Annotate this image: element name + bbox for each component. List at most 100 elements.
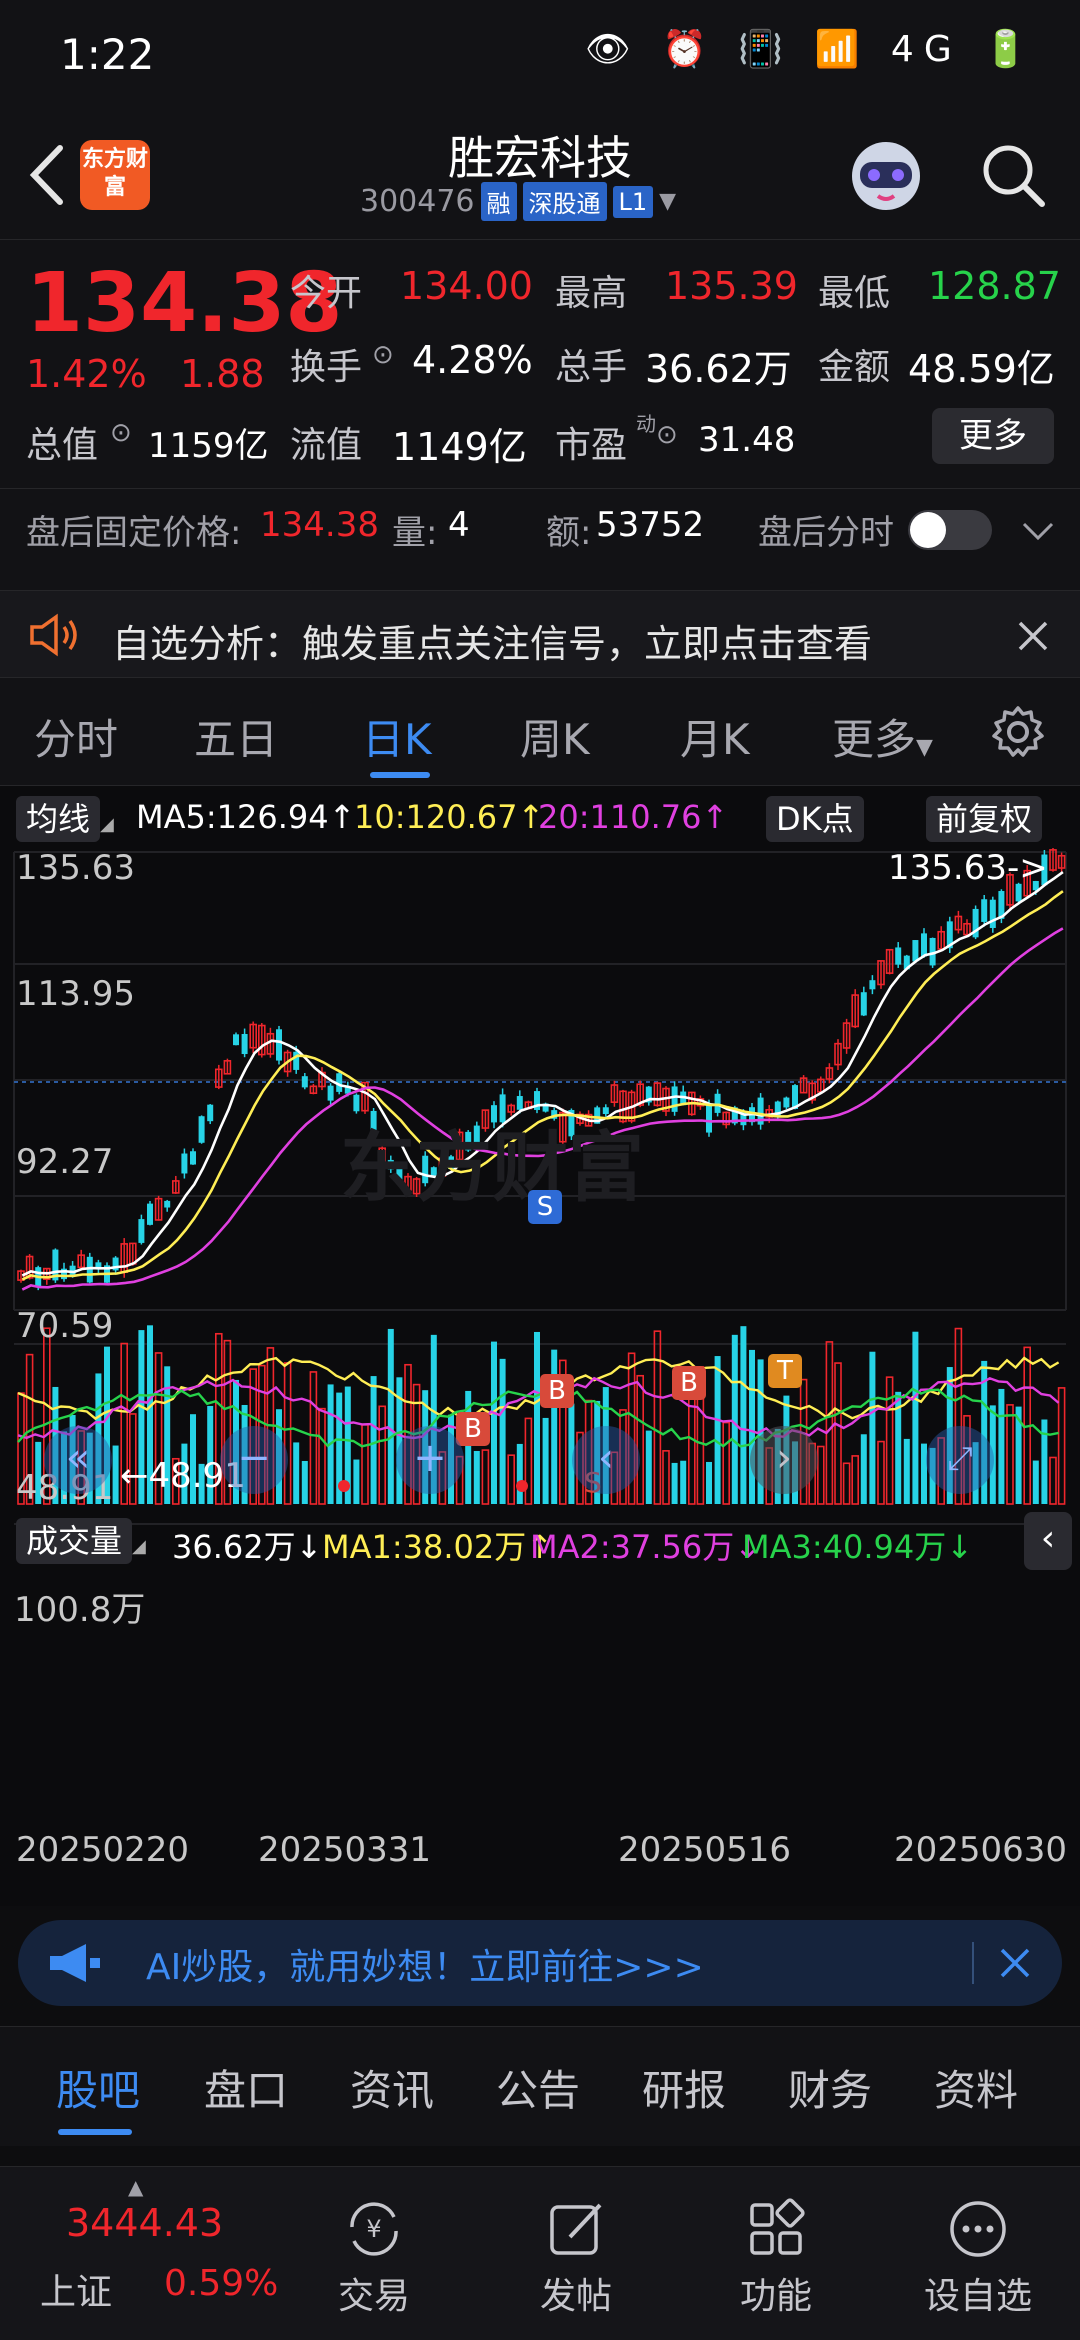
after-hours-toggle[interactable]: [908, 510, 992, 550]
tab-announcements[interactable]: 公告: [496, 2057, 580, 2118]
volume-bar: [309, 1371, 318, 1505]
info-icon[interactable]: ⊙: [656, 420, 678, 450]
nav-post[interactable]: 发帖: [476, 2167, 676, 2340]
nav-add-watchlist[interactable]: 设自选: [878, 2167, 1078, 2340]
volume-bar: [370, 1376, 377, 1504]
scroll-right-button[interactable]: ›: [750, 1426, 818, 1494]
low-value: 128.87: [928, 264, 1061, 308]
signal-sell[interactable]: S: [528, 1190, 562, 1224]
ai-promo-text: AI炒股，就用妙想！立即前往>>>: [146, 1947, 704, 1988]
more-dots-icon: [950, 2201, 1006, 2257]
close-icon[interactable]: [998, 1946, 1032, 1980]
stock-code: 300476: [360, 184, 475, 219]
ma10-value: 10:120.67↑: [354, 798, 545, 836]
volume-bar: [860, 1434, 867, 1504]
tab-forum[interactable]: 股吧: [56, 2057, 140, 2118]
scroll-left-fast-button[interactable]: «: [44, 1426, 112, 1494]
nav-trade[interactable]: ¥ 交易: [274, 2167, 474, 2340]
candle: [912, 940, 919, 962]
volume-bar: [671, 1462, 678, 1504]
info-icon[interactable]: ⊙: [372, 340, 394, 370]
fullscreen-button[interactable]: ⤢: [926, 1426, 994, 1494]
tab-active-underline: [58, 2129, 132, 2135]
candle: [714, 1093, 721, 1113]
signal-t[interactable]: T: [768, 1354, 802, 1388]
more-button[interactable]: 更多: [932, 408, 1054, 464]
quote-panel: 134.38 1.42% 1.88 今开 134.00 最高 135.39 最低…: [0, 240, 1080, 590]
candle: [981, 899, 988, 922]
float-label: 流值: [290, 425, 363, 466]
ma-selector[interactable]: 均线 ◢: [16, 794, 114, 842]
svg-text:¥: ¥: [366, 2215, 381, 2243]
index-name: 上证: [40, 2272, 113, 2313]
volume-value: 36.62万↓: [172, 1528, 323, 1566]
tab-more[interactable]: 更多▼: [832, 706, 933, 767]
after-hours-vol-label: 量:: [392, 513, 438, 553]
candle: [989, 899, 996, 928]
nav-functions[interactable]: 功能: [676, 2167, 876, 2340]
tab-monthly-k[interactable]: 月K: [680, 706, 750, 767]
robot-assistant-icon[interactable]: [838, 132, 934, 222]
volume-bar: [825, 1341, 834, 1505]
volume-bar: [524, 1417, 533, 1505]
volume-bar: [1049, 1456, 1057, 1505]
info-icon[interactable]: ⊙: [110, 418, 132, 448]
zoom-in-button[interactable]: +: [396, 1426, 464, 1494]
amount-label: 金额: [818, 347, 891, 388]
volume-bar: [680, 1460, 687, 1504]
volume-bar: [714, 1356, 721, 1504]
float-value: 1149亿: [392, 425, 527, 469]
tab-research[interactable]: 研报: [642, 2057, 726, 2118]
stock-subtitle[interactable]: 300476 融 深股通 L1 ▼: [360, 182, 676, 221]
settings-gear-icon[interactable]: [990, 704, 1046, 760]
tab-five-day[interactable]: 五日: [194, 706, 278, 767]
amount-value: 48.59亿: [908, 347, 1055, 391]
divider: [972, 1942, 974, 1984]
volume-bar: [1032, 1460, 1039, 1504]
volume-max-label: 100.8万: [14, 1590, 146, 1630]
date-label-1: 20250220: [16, 1830, 190, 1870]
index-ticker[interactable]: ▲ 3444.43 上证 0.59%: [0, 2167, 278, 2340]
search-icon[interactable]: [978, 140, 1048, 210]
volume-bar: [903, 1438, 910, 1504]
volume-bar: [387, 1328, 394, 1504]
volume-bar: [1041, 1419, 1048, 1504]
tab-intraday[interactable]: 分时: [34, 706, 118, 767]
dk-point-selector[interactable]: DK点: [766, 794, 864, 842]
tab-news[interactable]: 资讯: [350, 2057, 434, 2118]
kline-svg: [13, 848, 1067, 1525]
volume-label: 总手: [555, 347, 628, 388]
tab-profile[interactable]: 资料: [934, 2057, 1018, 2118]
candle: [921, 933, 927, 957]
kline-chart-panel[interactable]: 均线 ◢ MA5:126.94↑ 10:120.67↑ 20:110.76↑ DK…: [0, 786, 1080, 1906]
tab-daily-k[interactable]: 日K: [362, 706, 432, 767]
zoom-out-button[interactable]: −: [220, 1426, 288, 1494]
volume-selector[interactable]: 成交量 ◢: [16, 1516, 146, 1564]
tab-weekly-k[interactable]: 周K: [520, 706, 590, 767]
candle: [860, 992, 867, 1016]
signal-buy[interactable]: B: [672, 1366, 706, 1400]
tab-financials[interactable]: 财务: [788, 2057, 872, 2118]
collapse-indicator-button[interactable]: ‹: [1024, 1512, 1072, 1570]
ai-promo-banner[interactable]: AI炒股，就用妙想！立即前往>>>: [18, 1920, 1062, 2006]
volume-bar: [869, 1351, 876, 1504]
volume-bar: [378, 1405, 387, 1505]
signal-buy[interactable]: B: [540, 1374, 574, 1408]
adjust-selector[interactable]: 前复权: [926, 794, 1043, 842]
volume-bar: [851, 1455, 860, 1505]
tag-margin: 融: [480, 182, 517, 221]
candle: [327, 1085, 334, 1101]
dk-chip: DK点: [766, 796, 864, 842]
scroll-left-button[interactable]: ‹: [572, 1426, 640, 1494]
period-tabs: 分时 五日 日K 周K 月K 更多▼: [0, 678, 1080, 786]
chevron-down-icon[interactable]: [1020, 516, 1056, 544]
high-value: 135.39: [665, 264, 798, 308]
close-icon[interactable]: [1016, 619, 1050, 653]
tab-order-book[interactable]: 盘口: [204, 2057, 288, 2118]
high-marker: 135.63->: [888, 848, 1048, 888]
vol-ma1: MA1:38.02万↑: [322, 1528, 554, 1566]
content-tabs: 股吧 盘口 资讯 公告 研报 财务 资料: [0, 2026, 1080, 2146]
notice-bar[interactable]: 自选分析：触发重点关注信号，立即点击查看: [0, 590, 1080, 678]
signal-buy[interactable]: B: [456, 1412, 490, 1446]
dropdown-caret-icon: ◢: [100, 814, 114, 835]
